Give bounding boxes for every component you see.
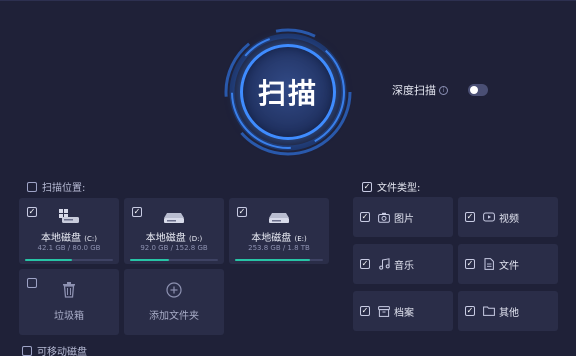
filetype-videos[interactable]: ✓ 视频 — [458, 197, 558, 237]
drive-c-checkbox[interactable]: ✓ — [27, 207, 37, 217]
file-types-checkbox[interactable]: ✓ — [362, 181, 372, 192]
filetype-documents-label: 文件 — [499, 260, 519, 272]
drive-e-checkbox[interactable]: ✓ — [237, 207, 247, 217]
filetype-documents-checkbox[interactable]: ✓ — [465, 259, 475, 269]
filetype-archives[interactable]: ✓ 档案 — [353, 291, 453, 331]
drive-d-size: 92.0 GB / 152.8 GB — [140, 244, 208, 252]
drive-d-name: 本地磁盘 (D:) — [145, 233, 203, 244]
add-icon — [166, 282, 182, 298]
add-folder-card[interactable]: 添加文件夹 — [124, 269, 224, 335]
deep-scan-row: 深度扫描 i — [392, 82, 488, 98]
trash-icon — [63, 282, 75, 298]
filetype-archives-checkbox[interactable]: ✓ — [360, 306, 370, 316]
drive-card-d[interactable]: ✓ 本地磁盘 (D:) 92.0 GB / 152.8 GB — [124, 198, 224, 264]
scan-location-title: 扫描位置: — [42, 183, 86, 194]
hard-drive-icon — [269, 213, 289, 223]
filetype-music[interactable]: ✓ 音乐 — [353, 244, 453, 284]
scan-location-header: 扫描位置: — [27, 179, 85, 194]
file-types-header: ✓ 文件类型: — [362, 179, 420, 194]
drive-e-size: 253.8 GB / 1.8 TB — [248, 244, 310, 252]
scan-button-label: 扫描 — [257, 77, 318, 110]
video-icon — [483, 211, 495, 223]
filetype-other-checkbox[interactable]: ✓ — [465, 306, 475, 316]
filetype-documents[interactable]: ✓ 文件 — [458, 244, 558, 284]
drive-card-e[interactable]: ✓ 本地磁盘 (E:) 253.8 GB / 1.8 TB — [229, 198, 329, 264]
drive-c-size: 42.1 GB / 80.0 GB — [37, 244, 101, 252]
drive-d-usage-bar — [130, 259, 218, 261]
document-icon — [483, 258, 495, 270]
drive-d-checkbox[interactable]: ✓ — [132, 207, 142, 217]
drive-c-usage-bar — [25, 259, 113, 261]
filetype-videos-label: 视频 — [499, 213, 519, 225]
filetype-archives-label: 档案 — [394, 307, 414, 319]
recycle-bin-checkbox[interactable] — [27, 278, 37, 288]
drive-e-name: 本地磁盘 (E:) — [251, 233, 307, 244]
filetype-music-label: 音乐 — [394, 260, 414, 272]
filetype-music-checkbox[interactable]: ✓ — [360, 259, 370, 269]
removable-disk-checkbox[interactable] — [22, 345, 32, 356]
top-divider — [0, 0, 576, 1]
filetype-other-label: 其他 — [499, 307, 519, 319]
recycle-bin-label: 垃圾箱 — [54, 311, 84, 322]
camera-icon — [378, 211, 390, 223]
drive-c-name: 本地磁盘 (C:) — [41, 233, 97, 244]
info-icon[interactable]: i — [439, 85, 448, 95]
scan-control: 扫描 — [222, 26, 354, 158]
file-types-title: 文件类型: — [377, 183, 421, 194]
filetype-videos-checkbox[interactable]: ✓ — [465, 212, 475, 222]
deep-scan-toggle[interactable] — [468, 84, 488, 96]
folder-icon — [483, 305, 495, 317]
music-icon — [378, 258, 390, 270]
drive-e-usage-bar — [235, 259, 323, 261]
filetype-images[interactable]: ✓ 图片 — [353, 197, 453, 237]
filetype-images-checkbox[interactable]: ✓ — [360, 212, 370, 222]
add-folder-label: 添加文件夹 — [149, 311, 199, 322]
drive-card-c[interactable]: ✓ 本地磁盘 (C:) 42.1 GB / 80.0 GB — [19, 198, 119, 264]
scan-location-checkbox[interactable] — [27, 181, 37, 192]
filetype-other[interactable]: ✓ 其他 — [458, 291, 558, 331]
recycle-bin-card[interactable]: 垃圾箱 — [19, 269, 119, 335]
archive-icon — [378, 305, 390, 317]
removable-disk-header: 可移动磁盘 — [22, 343, 87, 356]
scan-button[interactable]: 扫描 — [240, 44, 336, 140]
windows-drive-icon — [59, 209, 79, 223]
removable-disk-title: 可移动磁盘 — [37, 347, 87, 356]
deep-scan-label: 深度扫描 — [392, 84, 436, 97]
filetype-images-label: 图片 — [394, 213, 414, 225]
hard-drive-icon — [164, 213, 184, 223]
